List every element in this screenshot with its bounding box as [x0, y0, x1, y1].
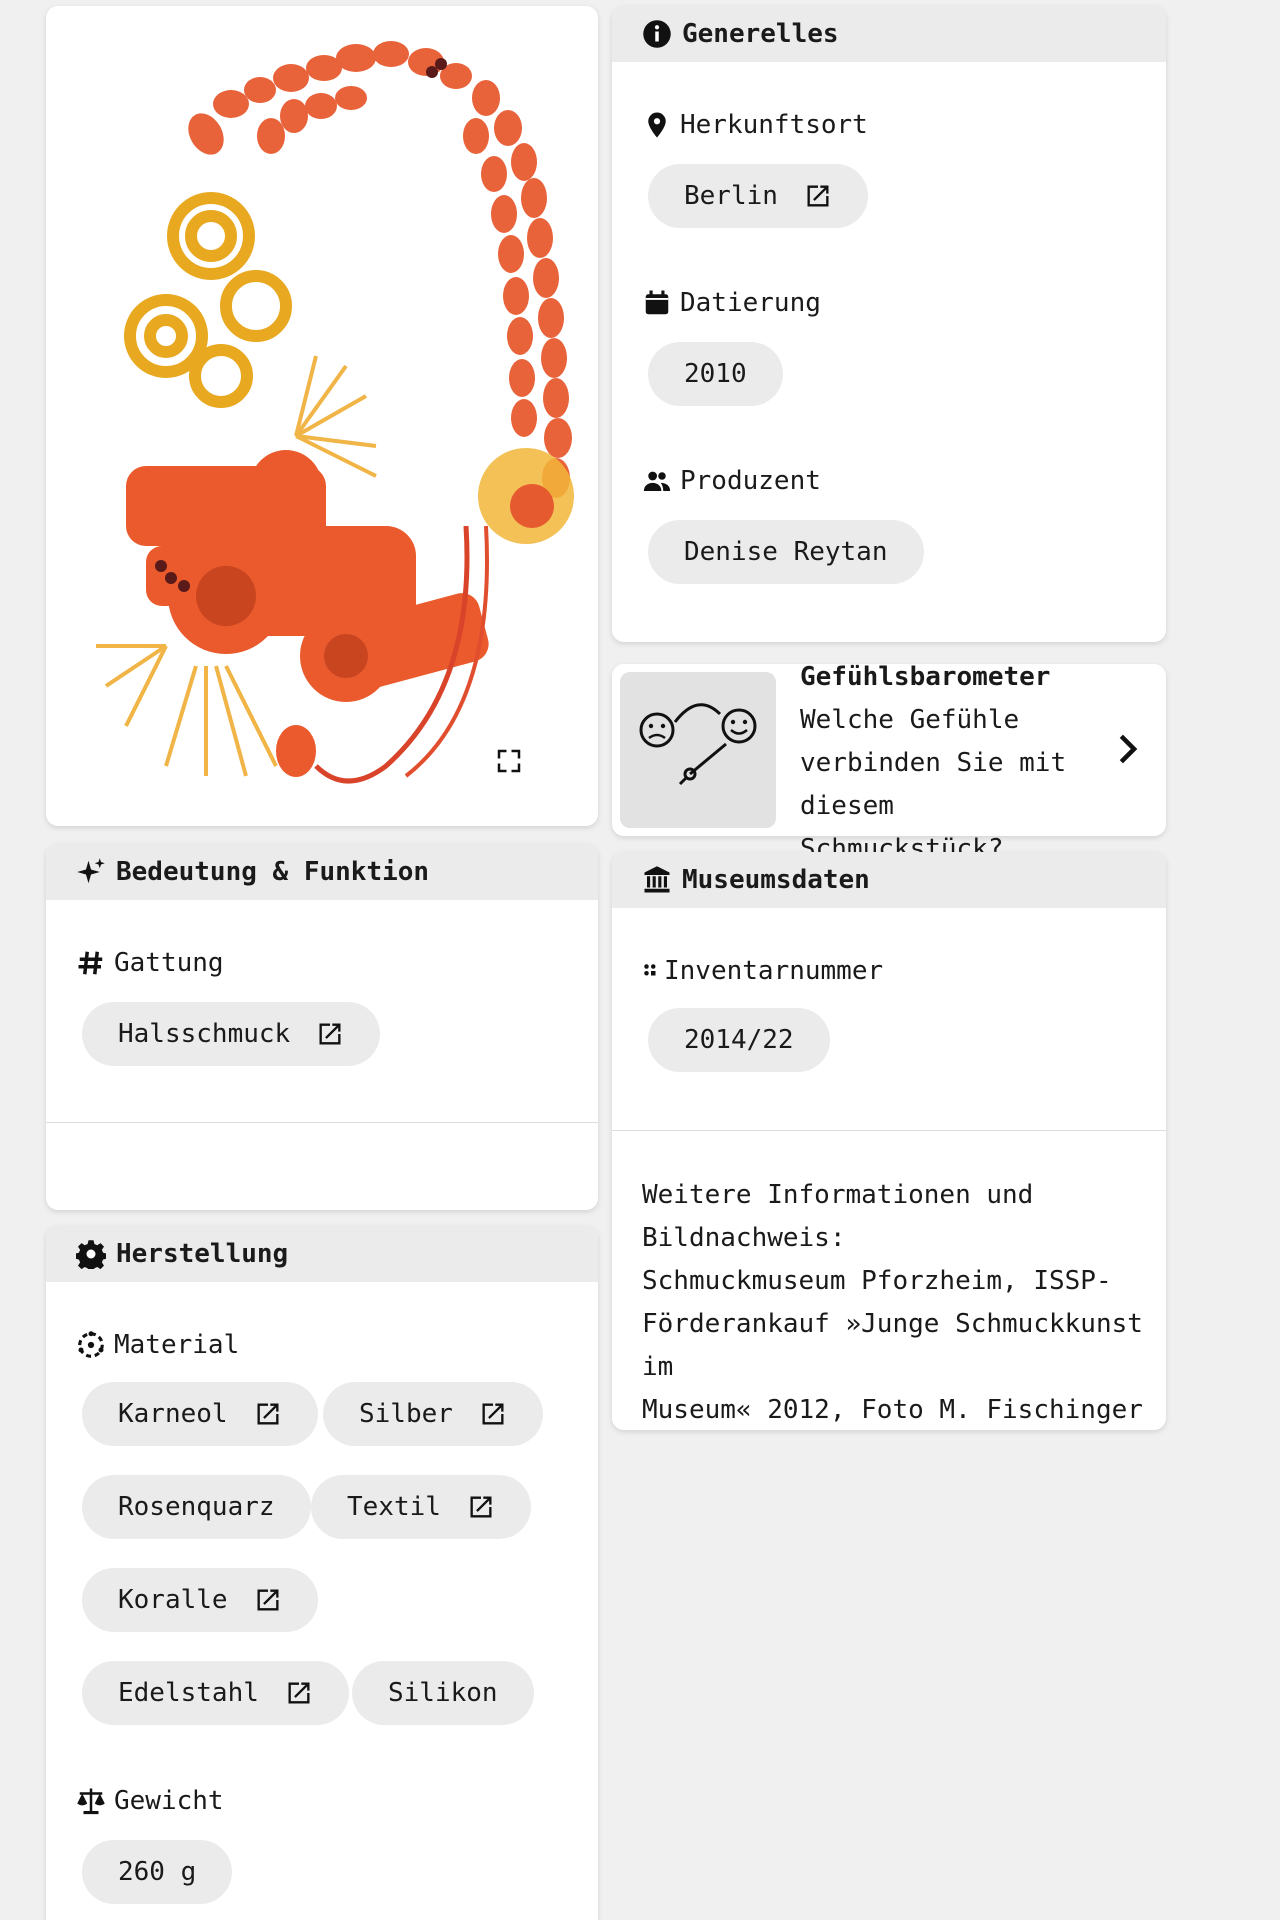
generelles-header: Generelles [612, 6, 1166, 62]
external-link-icon [257, 1403, 279, 1425]
bedeutung-title: Bedeutung & Funktion [116, 857, 430, 887]
material-value: Textil [347, 1492, 441, 1522]
herkunftsort-value: Berlin [684, 181, 778, 211]
bildnachweis-line-4: Förderankauf »Junge Schmuckkunst im [642, 1309, 1143, 1382]
bildnachweis-text: Weitere Informationen und Bildnachweis: … [642, 1174, 1162, 1430]
datierung-chip: 2010 [648, 342, 783, 406]
material-label: Material [114, 1330, 240, 1360]
external-link-icon [288, 1682, 310, 1704]
chevron-right-icon[interactable] [1110, 732, 1144, 766]
inventar-label-row: Inventarnummer [642, 956, 883, 986]
material-value: Edelstahl [118, 1678, 259, 1708]
inventar-chip: 2014/22 [648, 1008, 830, 1072]
bildnachweis-line-1: Weitere Informationen und [642, 1180, 1034, 1210]
barometer-text: Welche Gefühle verbinden Sie mit diesem … [800, 705, 1067, 864]
external-link-icon [257, 1589, 279, 1611]
generelles-title: Generelles [682, 19, 839, 49]
inventar-value: 2014/22 [684, 1025, 794, 1055]
expand-icon[interactable] [494, 746, 524, 776]
external-link-icon [319, 1023, 341, 1045]
scale-icon [77, 1788, 105, 1815]
material-chip-rosenquarz: Rosenquarz [82, 1475, 311, 1539]
material-value: Karneol [118, 1399, 228, 1429]
bildnachweis-line-3: Schmuckmuseum Pforzheim, ISSP- [642, 1266, 1112, 1296]
material-value: Silber [359, 1399, 453, 1429]
gattung-value: Halsschmuck [118, 1019, 291, 1049]
inventory-number-icon [644, 964, 656, 976]
bedeutung-header: Bedeutung & Funktion [46, 844, 598, 900]
gear-icon [76, 1240, 106, 1269]
hash-icon [78, 951, 103, 975]
external-link-icon [807, 185, 829, 207]
barometer-title: Gefühlsbarometer [800, 662, 1051, 692]
material-value: Silikon [388, 1678, 498, 1708]
inventar-label: Inventarnummer [664, 956, 884, 986]
bedeutung-card: Bedeutung & Funktion Gattung Halsschmuck [46, 844, 598, 1210]
gattung-chip[interactable]: Halsschmuck [82, 1002, 381, 1066]
gefuehlsbarometer-card[interactable]: Gefühlsbarometer Welche Gefühle verbinde… [612, 662, 1166, 864]
material-chip-edelstahl[interactable]: Edelstahl [82, 1661, 349, 1725]
emotion-dial-icon [639, 703, 757, 786]
material-icon [78, 1331, 104, 1358]
museumsdaten-header: Museumsdaten [612, 852, 1166, 908]
material-chip-silber[interactable]: Silber [323, 1382, 543, 1446]
material-chip-silikon: Silikon [352, 1661, 534, 1725]
herkunftsort-label: Herkunftsort [680, 110, 868, 140]
herkunftsort-chip[interactable]: Berlin [648, 164, 868, 228]
datierung-label-row: Datierung [642, 288, 821, 318]
herkunftsort-label-row: Herkunftsort [642, 110, 868, 140]
object-image-card [46, 6, 598, 826]
info-icon [643, 20, 671, 48]
material-chip-karneol[interactable]: Karneol [82, 1382, 318, 1446]
gewicht-value: 260 g [118, 1857, 197, 1887]
museumsdaten-title: Museumsdaten [682, 865, 870, 895]
material-value: Rosenquarz [118, 1492, 275, 1522]
external-link-icon [482, 1403, 504, 1425]
calendar-icon [645, 290, 669, 315]
gewicht-chip: 260 g [82, 1840, 233, 1904]
gattung-label: Gattung [114, 948, 224, 978]
material-chip-textil[interactable]: Textil [311, 1475, 531, 1539]
material-label-row: Material [76, 1330, 239, 1360]
datierung-label: Datierung [680, 288, 821, 318]
people-icon [643, 471, 671, 491]
bildnachweis-line-5: Museum« 2012, Foto M. Fischinger [642, 1395, 1143, 1425]
gewicht-label: Gewicht [114, 1786, 224, 1816]
museumsdaten-card: Museumsdaten Inventarnummer 2014/22 Weit… [612, 852, 1166, 1430]
museum-icon [644, 866, 670, 893]
sparkles-icon [77, 858, 105, 884]
herstellung-card: Herstellung Material Karneol Silber Rose… [46, 1226, 598, 1920]
location-pin-icon [648, 112, 666, 138]
material-value: Koralle [118, 1585, 228, 1615]
produzent-chip: Denise Reytan [648, 520, 924, 584]
generelles-card: Generelles Herkunftsort Berlin Datierung… [612, 6, 1166, 642]
produzent-value: Denise Reytan [684, 537, 888, 567]
herstellung-title: Herstellung [116, 1239, 289, 1269]
external-link-icon [470, 1496, 492, 1518]
herstellung-header: Herstellung [46, 1226, 598, 1282]
gewicht-label-row: Gewicht [76, 1786, 224, 1816]
material-chip-koralle[interactable]: Koralle [82, 1568, 318, 1632]
datierung-value: 2010 [684, 359, 747, 389]
produzent-label-row: Produzent [642, 466, 821, 496]
bildnachweis-line-2: Bildnachweis: [642, 1223, 846, 1253]
produzent-label: Produzent [680, 466, 821, 496]
gattung-label-row: Gattung [76, 948, 224, 978]
museumsdaten-divider [612, 1130, 1166, 1131]
bedeutung-divider [46, 1122, 598, 1123]
barometer-thumbnail [620, 672, 776, 828]
necklace-image[interactable] [46, 6, 598, 826]
